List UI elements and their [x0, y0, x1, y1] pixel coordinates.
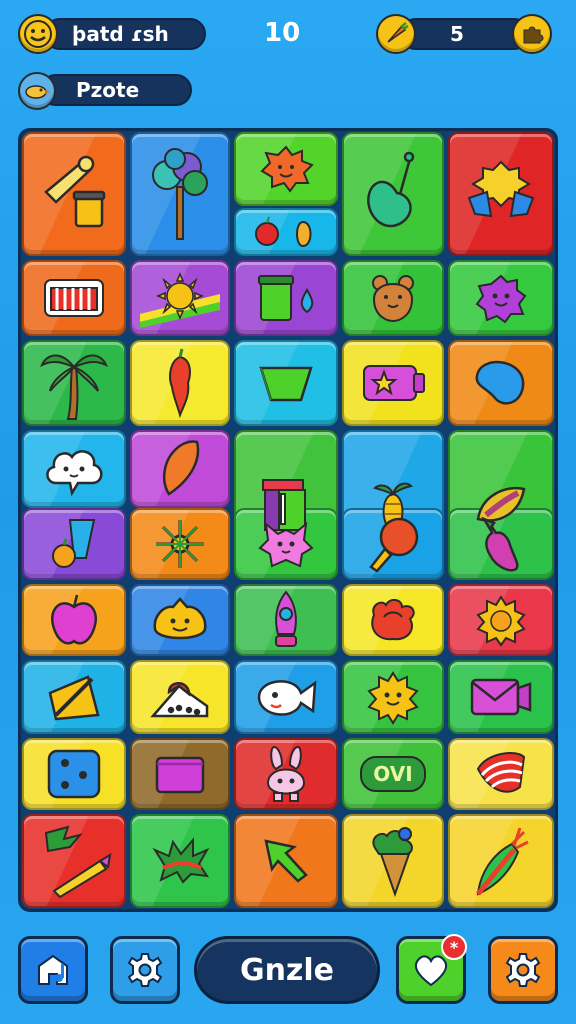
options-button[interactable]	[488, 936, 558, 1004]
music-button[interactable]	[18, 936, 88, 1004]
tile-jar-drop[interactable]	[234, 260, 338, 336]
tile-snowflake[interactable]	[130, 508, 230, 580]
mode-label: Pzote	[76, 78, 140, 102]
tile-bean[interactable]	[448, 340, 554, 426]
tile-star-card[interactable]	[342, 340, 444, 426]
tile-trophy[interactable]	[448, 132, 554, 256]
tile-fish-face[interactable]	[234, 660, 338, 734]
tile-rose[interactable]	[342, 584, 444, 656]
tile-smile-blob[interactable]	[130, 584, 230, 656]
gear-icon	[127, 953, 163, 987]
mode-pill: Pzote	[40, 74, 192, 106]
tile-balloon[interactable]	[130, 430, 230, 508]
tile-cup-orange[interactable]	[22, 508, 126, 580]
tile-chili[interactable]	[130, 340, 230, 426]
puzzle-piece-icon[interactable]	[512, 14, 552, 54]
tile-gnome[interactable]	[234, 584, 338, 656]
tile-sun-badge[interactable]	[448, 584, 554, 656]
tile-carrot[interactable]	[448, 814, 554, 908]
player-name-pill: þatd ɾsh	[44, 18, 206, 50]
tile-sun-smile[interactable]	[342, 660, 444, 734]
tile-eggplant[interactable]	[448, 508, 554, 580]
tile-palm[interactable]	[22, 340, 126, 426]
notification-badge: *	[441, 934, 467, 960]
tile-box[interactable]	[130, 738, 230, 810]
tile-envelope[interactable]	[448, 660, 554, 734]
gear-icon-secondary	[505, 953, 541, 987]
tile-fruits[interactable]	[234, 208, 338, 256]
tile-cloud-face[interactable]	[22, 430, 126, 508]
tile-die[interactable]	[22, 738, 126, 810]
tile-cake[interactable]	[130, 660, 230, 734]
main-action-button[interactable]: Gnzle	[194, 936, 380, 1004]
tile-splat[interactable]	[130, 814, 230, 908]
avatar-smiley-icon[interactable]	[18, 14, 58, 54]
tile-pencil-frame[interactable]	[22, 660, 126, 734]
tile-spiky-blob[interactable]	[448, 260, 554, 336]
score-value: 10	[264, 18, 301, 48]
settings-button[interactable]	[110, 936, 180, 1004]
label-icon: OVI	[360, 756, 426, 792]
tile-sun-face[interactable]	[234, 132, 338, 206]
tile-tree[interactable]	[130, 132, 230, 256]
tile-flag-stripes[interactable]	[448, 738, 554, 810]
player-name: þatd ɾsh	[72, 22, 169, 46]
carrot-coin-icon[interactable]	[376, 14, 416, 54]
bird-mode-icon[interactable]	[18, 72, 56, 110]
tile-apple[interactable]	[22, 584, 126, 656]
tile-arrow[interactable]	[234, 814, 338, 908]
tile-ice-cream[interactable]	[342, 814, 444, 908]
notification-mark: *	[449, 937, 459, 957]
tile-guitar[interactable]	[342, 132, 444, 256]
tile-ping-pong[interactable]	[342, 508, 444, 580]
tile-cat-face[interactable]	[234, 508, 338, 580]
music-note-icon	[38, 954, 68, 985]
main-action-label: Gnzle	[239, 952, 335, 988]
coins-value: 5	[450, 22, 464, 46]
tile-leaf-crayon[interactable]	[22, 814, 126, 908]
tile-bear[interactable]	[342, 260, 444, 336]
tile-label-ovi[interactable]: OVI	[342, 738, 444, 810]
tile-bone-bucket[interactable]	[22, 132, 126, 256]
tile-sun-rainbow[interactable]	[130, 260, 230, 336]
coins-pill: 5	[400, 18, 530, 50]
tile-bunny[interactable]	[234, 738, 338, 810]
tile-gem[interactable]	[234, 340, 338, 426]
tile-comb[interactable]	[22, 260, 126, 336]
